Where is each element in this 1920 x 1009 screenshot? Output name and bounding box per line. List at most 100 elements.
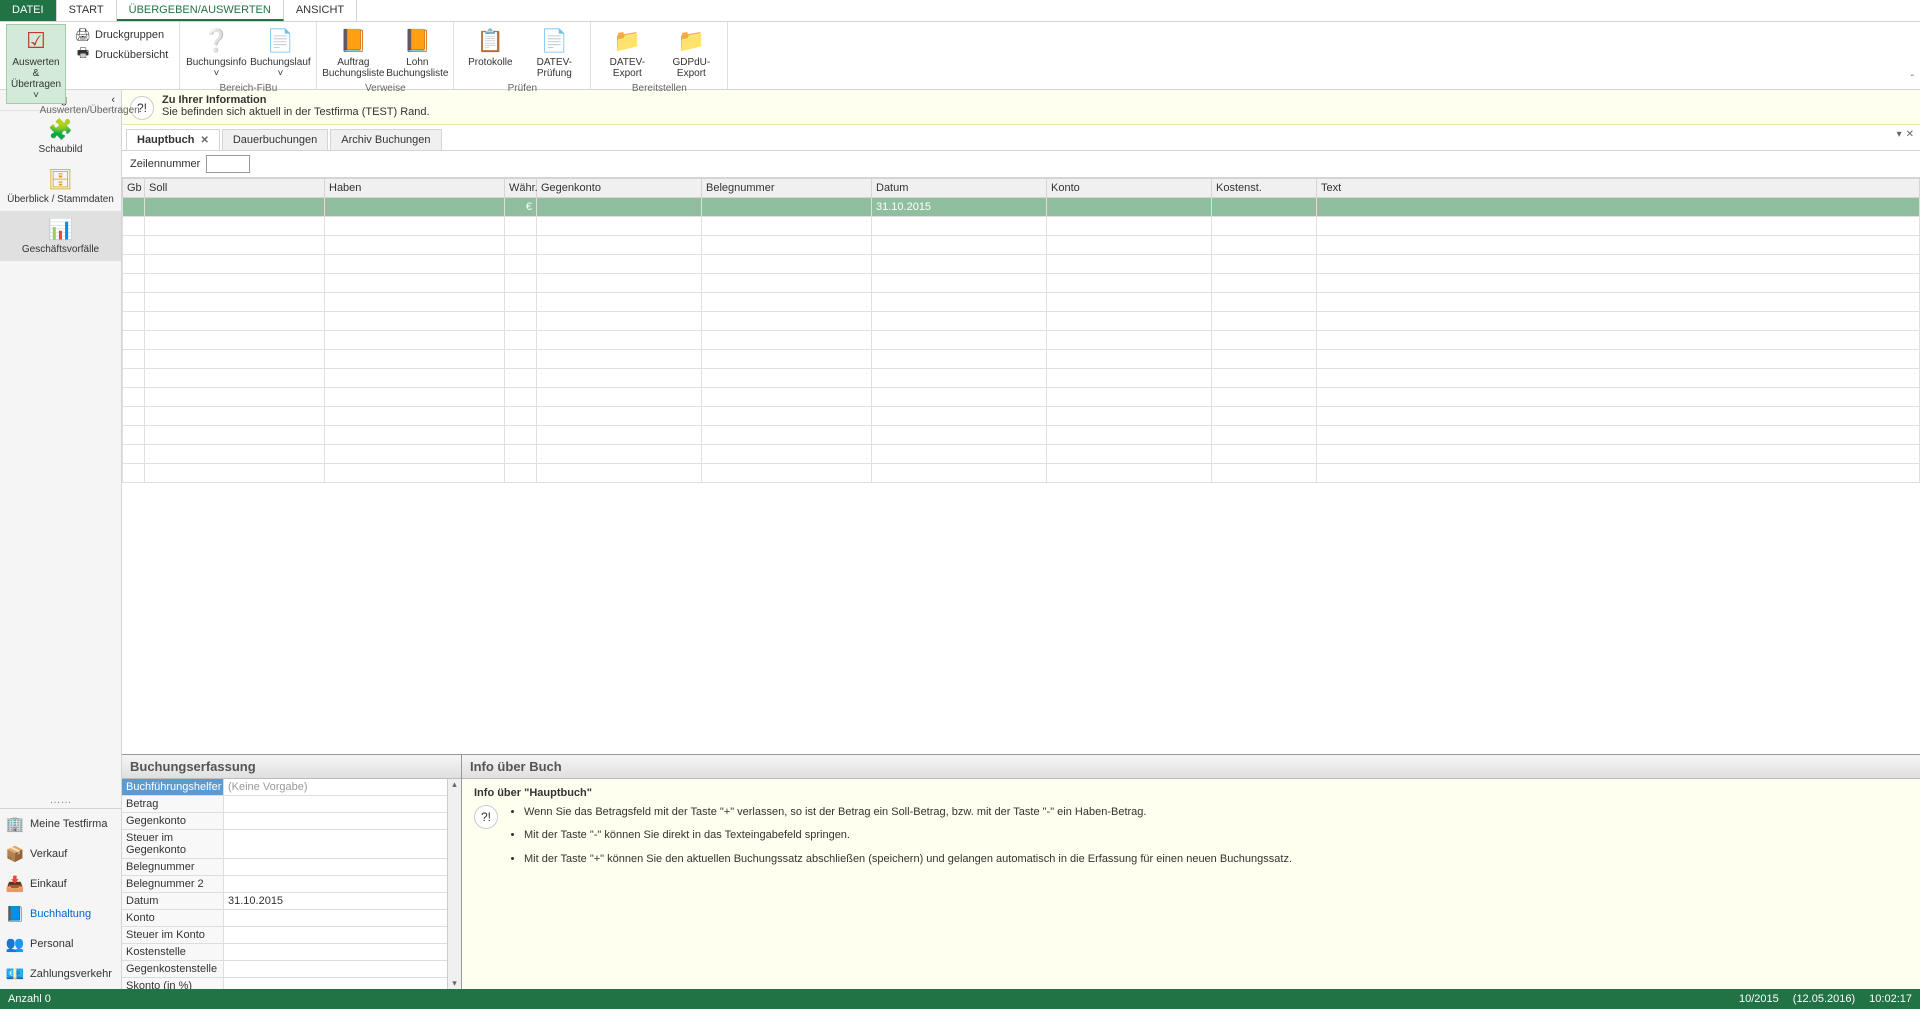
info-title: Zu Ihrer Information [162,94,267,106]
sidebar-item-personal[interactable]: 👥Personal [0,929,121,959]
table-row[interactable] [123,331,1920,350]
box-in-icon: 📥 [6,875,24,893]
col-text[interactable]: Text [1317,179,1920,198]
form-value[interactable] [224,978,449,989]
table-row[interactable] [123,236,1920,255]
form-row[interactable]: Steuer im Konto [122,927,449,944]
tab-archiv-buchungen[interactable]: Archiv Buchungen [330,129,441,150]
col-gb[interactable]: Gb [123,179,145,198]
col-kostenst[interactable]: Kostenst. [1212,179,1317,198]
tab-datei[interactable]: DATEI [0,0,57,21]
form-value[interactable] [224,944,449,960]
col-haben[interactable]: Haben [325,179,505,198]
zeilennummer-input[interactable] [206,155,250,173]
form-row[interactable]: Betrag [122,796,449,813]
scroll-up-icon[interactable]: ▴ [452,779,457,790]
col-gegenkonto[interactable]: Gegenkonto [537,179,702,198]
form-value[interactable]: 31.10.2015 [224,893,449,909]
table-row[interactable] [123,407,1920,426]
tabs-dropdown-icon[interactable]: ▾ [1897,129,1902,140]
buchungslauf-button[interactable]: 📄Buchungslauf ˅ [250,24,310,82]
question-info-icon: ?! [474,805,498,829]
document-tabs: Hauptbuch✕ Dauerbuchungen Archiv Buchung… [122,125,1920,151]
info-bullet: Wenn Sie das Betragsfeld mit der Taste "… [524,805,1292,820]
form-label: Steuer im Konto [122,927,224,943]
table-row[interactable] [123,255,1920,274]
auftrag-buchungsliste-button[interactable]: 📙Auftrag Buchungsliste [323,24,383,82]
form-row[interactable]: Kostenstelle [122,944,449,961]
datev-export-button[interactable]: 📁DATEV-Export [597,24,657,82]
form-row[interactable]: Buchführungshelfer(Keine Vorgabe) [122,779,449,796]
form-value[interactable] [224,961,449,977]
gdpdu-export-button[interactable]: 📁GDPdU-Export [661,24,721,82]
drawer-icon: 🗄 [45,167,77,191]
form-row[interactable]: Datum31.10.2015 [122,893,449,910]
sidebar-item-zahlungsverkehr[interactable]: 💶Zahlungsverkehr [0,959,121,989]
form-row[interactable]: Gegenkostenstelle [122,961,449,978]
table-row[interactable] [123,350,1920,369]
col-soll[interactable]: Soll [145,179,325,198]
menu-tabs: DATEI START ÜBERGEBEN/AUSWERTEN ANSICHT [0,0,1920,22]
form-value[interactable] [224,876,449,892]
scrollbar[interactable]: ▴▾ [447,779,461,989]
col-belegnummer[interactable]: Belegnummer [702,179,872,198]
form-value[interactable] [224,796,449,812]
druckgruppen-button[interactable]: 🖨Druckgruppen [72,26,171,44]
table-row[interactable] [123,388,1920,407]
form-value[interactable]: (Keine Vorgabe) [224,779,449,795]
buchungsinfo-button[interactable]: ❔Buchungsinfo ˅ [186,24,246,82]
form-row[interactable]: Konto [122,910,449,927]
ribbon-group-label: Prüfen [460,82,584,95]
table-row[interactable]: €31.10.2015 [123,198,1920,217]
panel-title: Info über Buch [462,755,1920,779]
lohn-buchungsliste-button[interactable]: 📙Lohn Buchungsliste [387,24,447,82]
protokolle-button[interactable]: 📋Protokolle [460,24,520,71]
folder-export-icon: 📁 [675,27,707,55]
form-row[interactable]: Belegnummer [122,859,449,876]
form-value[interactable] [224,927,449,943]
form-value[interactable] [224,830,449,858]
tab-uebergeben[interactable]: ÜBERGEBEN/AUSWERTEN [117,0,284,21]
protocol-icon: 📋 [474,27,506,55]
scroll-down-icon[interactable]: ▾ [452,978,457,989]
sidebar-item-geschaeftsvorfaelle[interactable]: 📊Geschäftsvorfälle [0,211,121,261]
tab-ansicht[interactable]: ANSICHT [284,0,357,21]
col-waehr[interactable]: Währ. [505,179,537,198]
sidebar-item-schaubild[interactable]: 🧩Schaubild [0,111,121,161]
money-icon: 💶 [6,965,24,983]
table-row[interactable] [123,293,1920,312]
form-row[interactable]: Belegnummer 2 [122,876,449,893]
form-value[interactable] [224,813,449,829]
table-row[interactable] [123,369,1920,388]
table-row[interactable] [123,445,1920,464]
sidebar-item-buchhaltung[interactable]: 📘Buchhaltung [0,899,121,929]
table-row[interactable] [123,274,1920,293]
col-datum[interactable]: Datum [872,179,1047,198]
sidebar-item-verkauf[interactable]: 📦Verkauf [0,839,121,869]
datev-pruefung-button[interactable]: 📄DATEV-Prüfung [524,24,584,82]
auswerten-uebertragen-button[interactable]: ☑ Auswerten & Übertragen ˅ [6,24,66,104]
druckuebersicht-button[interactable]: 🖶Druckübersicht [72,46,171,64]
tab-hauptbuch[interactable]: Hauptbuch✕ [126,129,220,150]
form-value[interactable] [224,859,449,875]
form-row[interactable]: Skonto (in %) [122,978,449,989]
sidebar-item-ueberblick[interactable]: 🗄Überblick / Stammdaten [0,161,121,211]
form-row[interactable]: Gegenkonto [122,813,449,830]
table-row[interactable] [123,312,1920,331]
form-label: Buchführungshelfer [122,779,224,795]
tab-dauerbuchungen[interactable]: Dauerbuchungen [222,129,328,150]
tab-start[interactable]: START [57,0,117,21]
sidebar-item-einkauf[interactable]: 📥Einkauf [0,869,121,899]
table-row[interactable] [123,217,1920,236]
col-konto[interactable]: Konto [1047,179,1212,198]
form-row[interactable]: Steuer im Gegenkonto [122,830,449,859]
table-row[interactable] [123,464,1920,483]
form-label: Datum [122,893,224,909]
hauptbuch-grid[interactable]: Gb Soll Haben Währ. Gegenkonto Belegnumm… [122,178,1920,483]
ribbon-collapse-icon[interactable]: ˆ [1911,74,1914,85]
table-row[interactable] [123,426,1920,445]
close-icon[interactable]: ✕ [200,135,208,146]
sidebar-item-meine-testfirma[interactable]: 🏢Meine Testfirma [0,809,121,839]
tabs-close-icon[interactable]: ✕ [1906,129,1914,140]
form-value[interactable] [224,910,449,926]
